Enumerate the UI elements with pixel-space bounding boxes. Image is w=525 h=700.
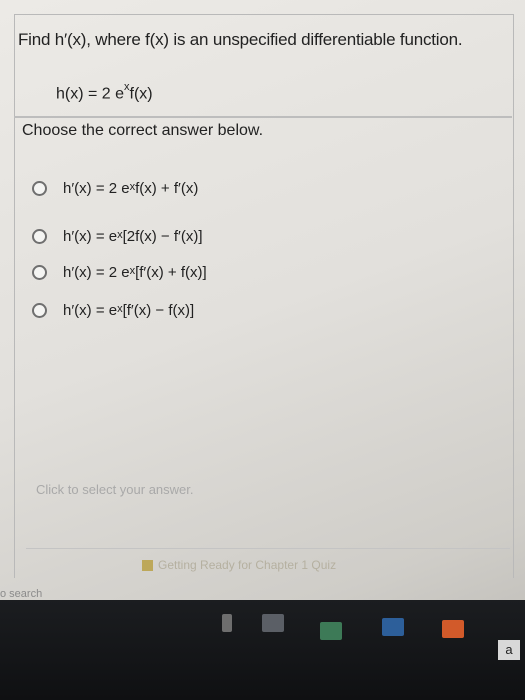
radio-button[interactable] <box>32 181 47 196</box>
option-lhs: h′(x) = e <box>63 302 118 319</box>
function-rhs: f(x) <box>129 85 153 103</box>
option-exponent: x <box>129 180 136 193</box>
answer-option-d[interactable]: h′(x) = e x [f′(x) − f(x)] <box>32 302 194 319</box>
function-lhs: h(x) = 2 e <box>56 85 125 103</box>
option-exponent: x <box>129 264 136 277</box>
screen: Find h′(x), where f(x) is an unspecified… <box>0 0 525 700</box>
option-lhs: h′(x) = 2 e <box>63 180 130 197</box>
option-rhs: [f′(x) + f(x)] <box>135 264 207 281</box>
option-rhs: [2f(x) − f′(x)] <box>122 228 203 245</box>
question-text: Find h′(x), where f(x) is an unspecified… <box>18 30 463 49</box>
option-lhs: h′(x) = 2 e <box>63 264 130 281</box>
option-rhs: [f′(x) − f(x)] <box>122 302 195 319</box>
explorer-icon[interactable] <box>382 618 404 636</box>
option-rhs: f(x) + f′(x) <box>135 180 199 197</box>
answer-option-a[interactable]: h′(x) = 2 e x f(x) + f′(x) <box>32 180 198 197</box>
chapter-quiz-link[interactable]: Getting Ready for Chapter 1 Quiz <box>142 558 336 572</box>
function-definition: h(x) = 2 exf(x) <box>56 81 153 103</box>
option-exponent: x <box>117 228 123 241</box>
chapter-quiz-label: Getting Ready for Chapter 1 Quiz <box>158 558 337 572</box>
option-exponent: x <box>117 302 123 315</box>
tray-label[interactable]: a <box>498 640 520 660</box>
mic-icon[interactable] <box>222 614 232 632</box>
taskbar-search[interactable]: o search <box>0 588 42 600</box>
answer-prompt: Choose the correct answer below. <box>22 122 264 139</box>
function-exponent: x <box>124 81 130 93</box>
app-icon[interactable] <box>320 622 342 640</box>
answer-option-c[interactable]: h′(x) = 2 e x [f′(x) + f(x)] <box>32 264 207 281</box>
option-lhs: h′(x) = e <box>63 228 118 245</box>
store-icon[interactable] <box>442 620 464 638</box>
select-hint: Click to select your answer. <box>36 482 194 497</box>
radio-button[interactable] <box>32 303 47 318</box>
radio-button[interactable] <box>32 229 47 244</box>
radio-button[interactable] <box>32 265 47 280</box>
quiz-icon <box>142 559 153 571</box>
task-view-icon[interactable] <box>262 614 284 632</box>
taskbar <box>0 600 525 700</box>
answer-option-b[interactable]: h′(x) = e x [2f(x) − f′(x)] <box>32 228 203 245</box>
